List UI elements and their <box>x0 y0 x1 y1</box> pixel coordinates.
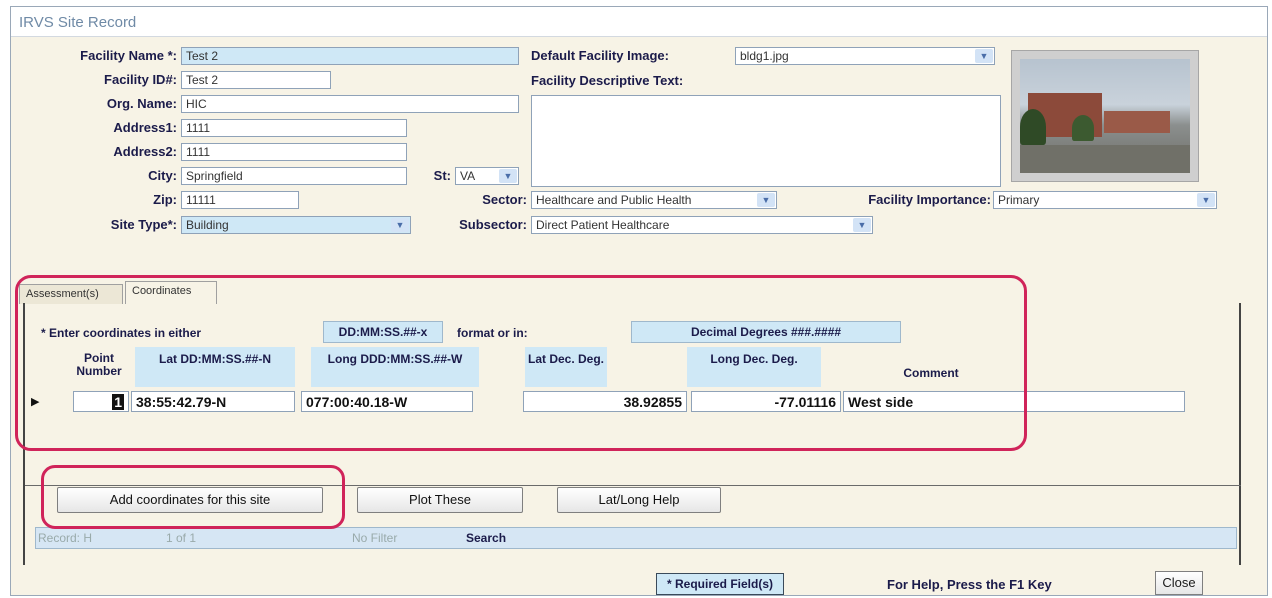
site-type-value: Building <box>186 218 229 232</box>
add-coordinates-button[interactable]: Add coordinates for this site <box>57 487 323 513</box>
lat-dms-cell[interactable]: 38:55:42.79-N <box>131 391 295 412</box>
filter-indicator[interactable]: No Filter <box>352 531 397 545</box>
help-text: For Help, Press the F1 Key <box>887 577 1052 592</box>
sector-label: Sector: <box>482 192 527 207</box>
record-label: Record: H <box>38 531 93 545</box>
address2-input[interactable]: 1111 <box>181 143 407 161</box>
state-select[interactable]: VA ▼ <box>455 167 519 185</box>
search-box[interactable]: Search <box>466 531 506 545</box>
site-type-label: Site Type*: <box>110 217 177 232</box>
site-type-select[interactable]: Building ▼ <box>181 216 411 234</box>
sector-select[interactable]: Healthcare and Public Health ▼ <box>531 191 777 209</box>
state-value: VA <box>460 169 476 183</box>
address1-input[interactable]: 1111 <box>181 119 407 137</box>
chevron-down-icon[interactable]: ▼ <box>757 193 775 207</box>
tab-coordinates[interactable]: Coordinates <box>125 281 217 304</box>
col-long-dms: Long DDD:MM:SS.##-W <box>311 347 479 387</box>
facility-id-input[interactable]: Test 2 <box>181 71 331 89</box>
facility-id-label: Facility ID#: <box>104 72 177 87</box>
address1-label: Address1: <box>113 120 177 135</box>
col-lat-dec: Lat Dec. Deg. <box>525 347 607 387</box>
status-bar: * Required Field(s) For Help, Press the … <box>11 565 1267 597</box>
chevron-down-icon[interactable]: ▼ <box>499 169 517 183</box>
col-long-dec: Long Dec. Deg. <box>687 347 821 387</box>
long-dec-cell[interactable]: -77.01116 <box>691 391 841 412</box>
col-lat-dms: Lat DD:MM:SS.##-N <box>135 347 295 387</box>
chevron-down-icon[interactable]: ▼ <box>853 218 871 232</box>
coords-instruction: * Enter coordinates in either <box>41 326 202 340</box>
chevron-down-icon[interactable]: ▼ <box>975 49 993 63</box>
sector-value: Healthcare and Public Health <box>536 193 692 207</box>
facility-name-input[interactable]: Test 2 <box>181 47 519 65</box>
title-bar: IRVS Site Record <box>11 7 1267 37</box>
descriptive-text-label: Facility Descriptive Text: <box>531 73 684 88</box>
long-dms-cell[interactable]: 077:00:40.18-W <box>301 391 473 412</box>
subsector-select[interactable]: Direct Patient Healthcare ▼ <box>531 216 873 234</box>
facility-name-label: Facility Name *: <box>80 48 177 63</box>
window-title: IRVS Site Record <box>19 14 137 31</box>
state-label: St: <box>433 168 451 183</box>
dms-format-badge: DD:MM:SS.##-x <box>323 321 443 343</box>
default-image-label: Default Facility Image: <box>531 48 669 63</box>
col-point-number: Point Number <box>76 351 122 378</box>
panel-divider <box>25 485 1241 486</box>
comment-cell[interactable]: West side <box>843 391 1185 412</box>
importance-label: Facility Importance: <box>868 192 991 207</box>
col-comment: Comment <box>903 366 959 380</box>
address2-label: Address2: <box>113 144 177 159</box>
point-number-cell[interactable]: 1 <box>73 391 129 412</box>
coords-instruction-mid: format or in: <box>457 326 528 340</box>
zip-input[interactable]: 11111 <box>181 191 299 209</box>
default-image-select[interactable]: bldg1.jpg ▼ <box>735 47 995 65</box>
subsector-value: Direct Patient Healthcare <box>536 218 670 232</box>
lat-long-help-button[interactable]: Lat/Long Help <box>557 487 721 513</box>
plot-these-button[interactable]: Plot These <box>357 487 523 513</box>
zip-label: Zip: <box>153 192 177 207</box>
subsector-label: Subsector: <box>459 217 527 232</box>
decimal-format-badge: Decimal Degrees ###.#### <box>631 321 901 343</box>
city-input[interactable]: Springfield <box>181 167 407 185</box>
org-name-input[interactable]: HIC <box>181 95 519 113</box>
site-record-window: IRVS Site Record Facility Name *: Test 2… <box>10 6 1268 596</box>
record-position[interactable]: 1 of 1 <box>166 531 196 545</box>
record-navigation-bar: Record: H 1 of 1 No Filter Search <box>35 527 1237 549</box>
org-name-label: Org. Name: <box>106 96 177 111</box>
tab-assessments[interactable]: Assessment(s) <box>19 284 123 304</box>
default-image-value: bldg1.jpg <box>740 49 789 63</box>
row-selector-icon[interactable]: ▶ <box>31 395 43 408</box>
close-button[interactable]: Close <box>1155 571 1203 595</box>
descriptive-text-area[interactable] <box>531 95 1001 187</box>
required-fields-badge: * Required Field(s) <box>656 573 785 595</box>
importance-value: Primary <box>998 193 1040 207</box>
lat-dec-cell[interactable]: 38.92855 <box>523 391 687 412</box>
city-label: City: <box>148 168 177 183</box>
importance-select[interactable]: Primary ▼ <box>993 191 1217 209</box>
facility-image <box>1011 50 1199 182</box>
chevron-down-icon[interactable]: ▼ <box>1197 193 1215 207</box>
facility-photo <box>1020 59 1190 173</box>
chevron-down-icon[interactable]: ▼ <box>391 218 409 232</box>
point-number-value: 1 <box>112 394 124 410</box>
